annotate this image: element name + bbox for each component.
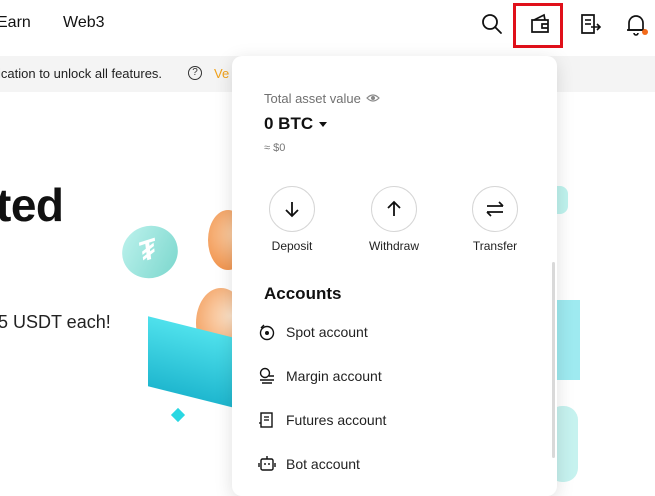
account-label: Futures account xyxy=(286,412,387,428)
arrow-up-icon xyxy=(371,186,417,232)
banner-text: ication to unlock all features. xyxy=(0,66,163,81)
help-icon[interactable]: ? xyxy=(188,66,202,80)
tether-coin-illustration: ₮ xyxy=(115,218,185,286)
wallet-dropdown: Total asset value 0 BTC ≈ $0 Deposit Wit… xyxy=(232,56,557,496)
fiat-approx: ≈ $0 xyxy=(264,142,286,154)
deposit-label: Deposit xyxy=(271,239,313,253)
spot-icon xyxy=(256,321,278,343)
withdraw-label: Withdraw xyxy=(368,239,419,253)
account-label: Spot account xyxy=(286,324,368,340)
account-item-bot[interactable]: Bot account xyxy=(256,449,536,479)
hero-subtitle: 5 USDT each! xyxy=(0,312,111,332)
withdraw-button[interactable]: Withdraw xyxy=(354,186,434,253)
margin-icon xyxy=(256,365,278,387)
account-item-margin[interactable]: Margin account xyxy=(256,361,536,391)
futures-icon xyxy=(256,409,278,431)
arrow-down-icon xyxy=(269,186,315,232)
nav-web3[interactable]: Web3 xyxy=(63,14,105,32)
scrollbar[interactable] xyxy=(552,262,555,458)
banner-link[interactable]: Ve xyxy=(214,66,229,81)
bot-icon xyxy=(256,453,278,475)
notification-dot xyxy=(642,29,648,35)
diamond-illustration xyxy=(170,407,186,423)
nav-earn[interactable]: Earn xyxy=(0,14,31,32)
bell-icon[interactable] xyxy=(622,10,650,38)
orders-icon[interactable] xyxy=(576,10,604,38)
accounts-heading: Accounts xyxy=(264,284,342,303)
transfer-icon xyxy=(472,186,518,232)
top-nav: Earn Web3 xyxy=(0,0,655,50)
chevron-down-icon xyxy=(319,121,328,127)
transfer-button[interactable]: Transfer xyxy=(455,186,535,253)
account-item-spot[interactable]: Spot account xyxy=(256,317,536,347)
hero-title: ted xyxy=(0,179,64,231)
highlight-box xyxy=(513,3,563,48)
eye-icon[interactable] xyxy=(365,91,380,106)
account-item-futures[interactable]: Futures account xyxy=(256,405,536,435)
total-asset-value[interactable]: 0 BTC xyxy=(264,114,328,134)
account-label: Margin account xyxy=(286,368,382,384)
deposit-button[interactable]: Deposit xyxy=(252,186,332,253)
search-icon[interactable] xyxy=(478,10,506,38)
total-asset-label: Total asset value xyxy=(264,91,380,106)
account-label: Bot account xyxy=(286,456,360,472)
transfer-label: Transfer xyxy=(472,239,518,253)
